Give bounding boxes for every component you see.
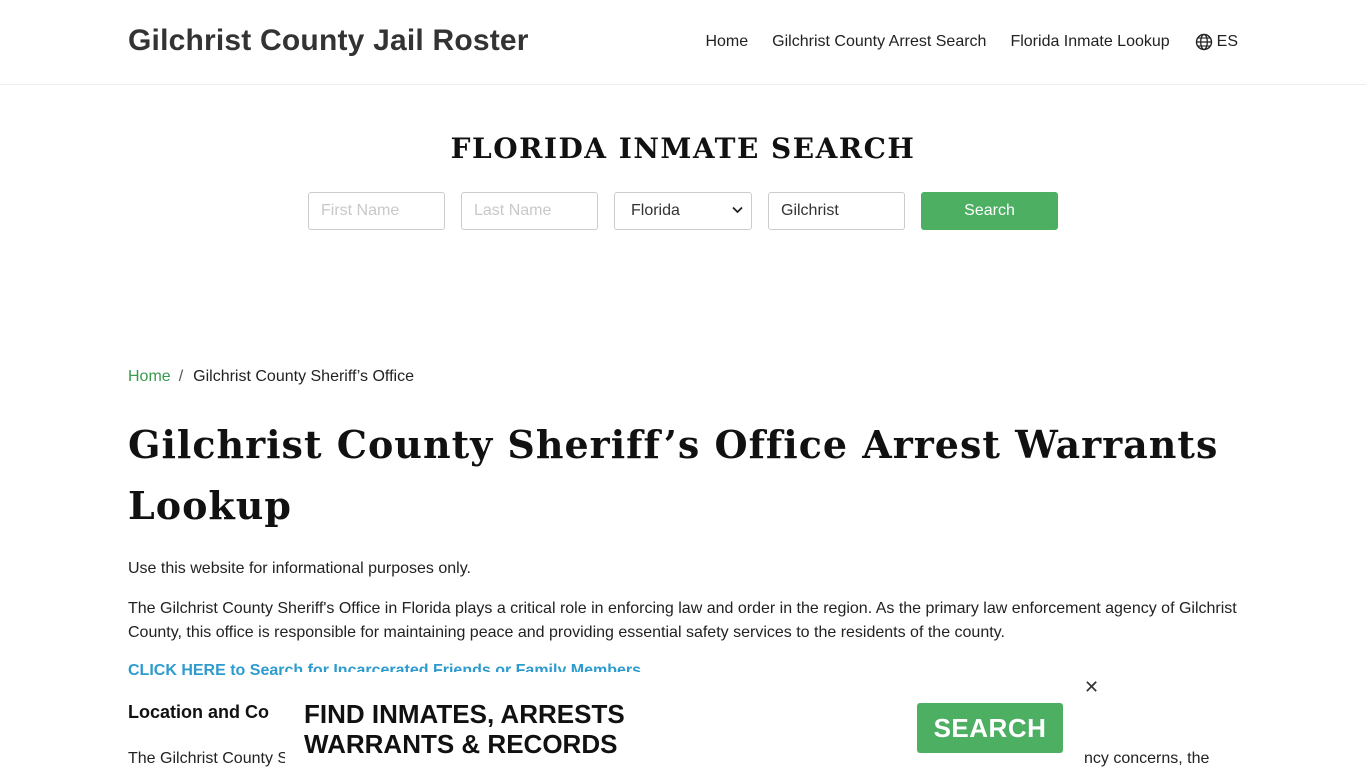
search-button[interactable]: Search xyxy=(921,192,1058,230)
nav-arrest-search[interactable]: Gilchrist County Arrest Search xyxy=(772,33,986,51)
ad-headline-line2: WARRANTS & RECORDS xyxy=(304,729,618,759)
paragraph-fragment-right: ncy concerns, the xyxy=(1084,750,1210,767)
nav-inmate-lookup[interactable]: Florida Inmate Lookup xyxy=(1010,33,1169,51)
main-nav: Home Gilchrist County Arrest Search Flor… xyxy=(681,33,1238,51)
last-name-input[interactable] xyxy=(461,192,598,230)
ad-headline: FIND INMATES, ARRESTS WARRANTS & RECORDS xyxy=(304,699,625,759)
inmate-search-form: Florida Gilchrist Search xyxy=(308,192,1058,230)
page-title: Gilchrist County Sheriff’s Office Arrest… xyxy=(128,422,1219,528)
language-switch[interactable]: ES xyxy=(1195,33,1238,51)
breadcrumb: Home / Gilchrist County Sheriff’s Office xyxy=(128,368,414,386)
section-heading: Location and Co xyxy=(128,702,269,722)
paragraph-fragment-left: The Gilchrist County S xyxy=(128,750,289,767)
county-input[interactable]: Gilchrist xyxy=(768,192,905,230)
breadcrumb-current: Gilchrist County Sheriff’s Office xyxy=(193,368,414,385)
state-select[interactable]: Florida xyxy=(614,192,752,230)
first-name-input[interactable] xyxy=(308,192,445,230)
nav-home[interactable]: Home xyxy=(705,33,748,51)
ad-headline-line1: FIND INMATES, ARRESTS xyxy=(304,699,625,729)
site-header: Gilchrist County Jail Roster Home Gilchr… xyxy=(0,0,1366,85)
language-label: ES xyxy=(1216,33,1238,50)
breadcrumb-home[interactable]: Home xyxy=(128,368,171,385)
globe-icon xyxy=(1195,33,1212,51)
close-icon[interactable]: ✕ xyxy=(1084,677,1099,697)
search-title: FLORIDA INMATE SEARCH xyxy=(450,132,916,165)
intro-paragraph: The Gilchrist County Sheriff's Office in… xyxy=(128,600,1237,641)
ad-banner[interactable]: FIND INMATES, ARRESTS WARRANTS & RECORDS… xyxy=(285,672,1099,768)
state-select-value: Florida xyxy=(631,202,680,219)
ad-search-button[interactable]: SEARCH xyxy=(917,703,1063,753)
site-brand[interactable]: Gilchrist County Jail Roster xyxy=(128,24,529,58)
breadcrumb-separator: / xyxy=(178,368,184,385)
chevron-down-icon xyxy=(732,205,743,217)
county-input-value: Gilchrist xyxy=(781,202,839,219)
disclaimer-text: Use this website for informational purpo… xyxy=(128,560,471,577)
